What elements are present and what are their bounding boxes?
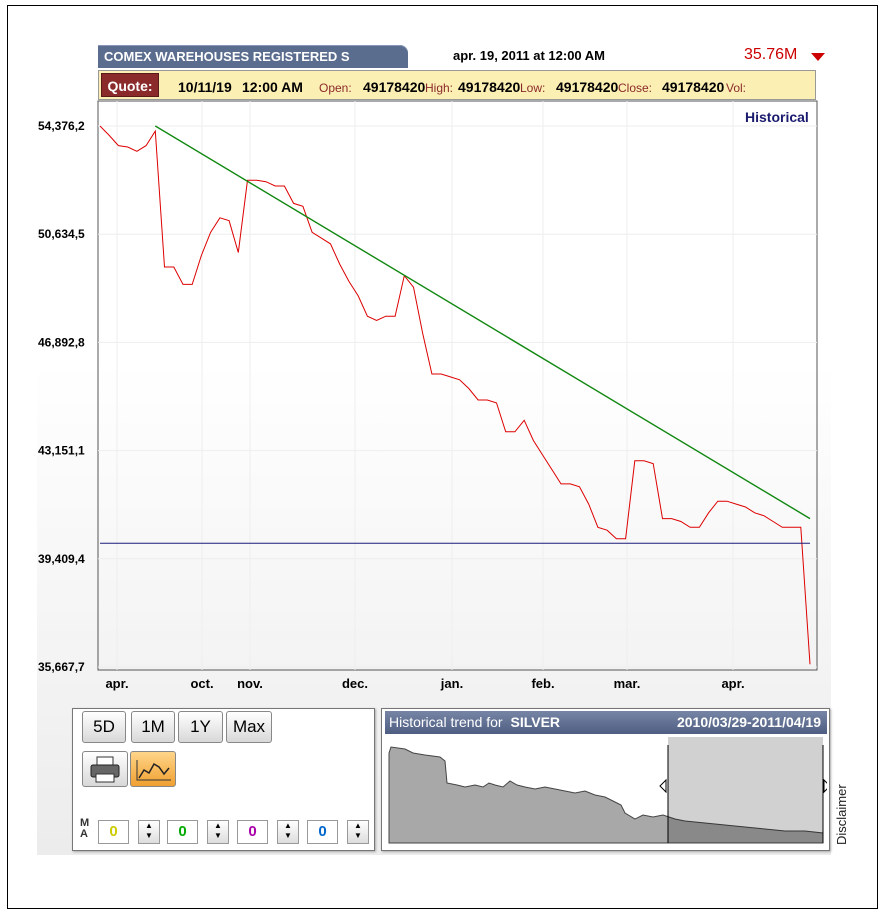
ma-stepper-4[interactable]: ▲ ▼	[347, 820, 369, 844]
right-handle-icon[interactable]	[823, 778, 827, 794]
x-tick-label: nov.	[237, 676, 263, 691]
printer-icon	[90, 756, 120, 783]
x-tick-label: oct.	[190, 676, 213, 691]
ma-stepper-2[interactable]: ▲ ▼	[207, 820, 229, 844]
trend-navigator[interactable]	[385, 735, 827, 847]
ma-input-2[interactable]: 0	[167, 820, 198, 844]
ma-stepper-1[interactable]: ▲ ▼	[138, 820, 160, 844]
x-tick-label: feb.	[531, 676, 554, 691]
range-1m-button[interactable]: 1M	[131, 711, 175, 743]
x-tick-label: apr.	[105, 676, 128, 691]
ma-input-3[interactable]: 0	[237, 820, 268, 844]
trend-symbol: SILVER	[510, 714, 561, 730]
ma-input-4[interactable]: 0	[307, 820, 338, 844]
y-tick-label: 54,376,2	[38, 119, 85, 133]
y-tick-label: 43,151,1	[38, 444, 85, 458]
range-5d-button[interactable]: 5D	[82, 711, 126, 743]
x-tick-label: apr.	[721, 676, 744, 691]
trend-prefix: Historical trend for	[389, 714, 503, 730]
ma-input-1[interactable]: 0	[98, 820, 129, 844]
x-axis: apr. oct. nov. dec. jan. feb. mar. apr.	[105, 676, 744, 691]
print-button[interactable]	[82, 751, 128, 787]
chart-style-button[interactable]	[130, 751, 176, 787]
historical-label[interactable]: Historical	[745, 109, 809, 125]
plot-area	[97, 100, 818, 671]
disclaimer-link[interactable]: Disclaimer	[834, 784, 849, 845]
x-tick-label: jan.	[440, 676, 463, 691]
x-tick-label: dec.	[342, 676, 368, 691]
ma-label-bottom: A	[80, 828, 88, 840]
trend-date-range: 2010/03/29-2011/04/19	[676, 714, 821, 730]
y-tick-label: 35,667,7	[38, 660, 85, 674]
trend-header: Historical trend for SILVER 2010/03/29-2…	[385, 711, 827, 734]
y-tick-label: 50,634,5	[38, 227, 85, 241]
y-tick-label: 46,892,8	[38, 335, 85, 349]
ma-stepper-3[interactable]: ▲ ▼	[277, 820, 299, 844]
left-handle-icon[interactable]	[659, 778, 667, 794]
line-chart-icon	[136, 760, 171, 781]
y-tick-label: 39,409,4	[38, 552, 85, 566]
trend-selection	[668, 737, 823, 843]
range-max-button[interactable]: Max	[226, 711, 272, 743]
range-1y-button[interactable]: 1Y	[178, 711, 223, 743]
x-tick-label: mar.	[614, 676, 641, 691]
ma-label: M A	[80, 818, 89, 840]
y-axis: 54,376,2 50,634,5 46,892,8 43,151,1 39,409,4…	[38, 119, 85, 674]
